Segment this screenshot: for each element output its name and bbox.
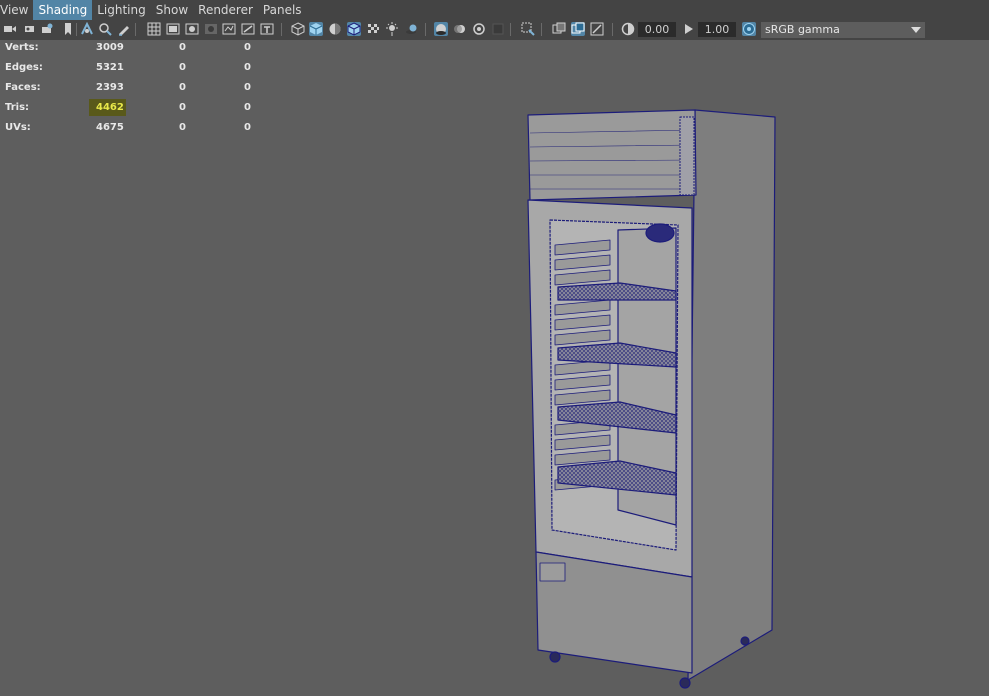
depth-of-field-icon[interactable] [491, 22, 505, 36]
safe-action-icon[interactable] [241, 22, 255, 36]
screen-space-ao-icon[interactable] [434, 22, 448, 36]
camera-attributes-icon[interactable] [24, 22, 38, 36]
menu-show[interactable]: Show [151, 0, 193, 20]
hud-label-verts: Verts: [5, 42, 39, 53]
color-space-dropdown[interactable]: sRGB gamma [761, 22, 925, 38]
hud-value: 0 [179, 62, 186, 73]
wireframe-icon[interactable] [291, 22, 305, 36]
use-all-lights-icon[interactable] [385, 22, 399, 36]
exposure-field[interactable]: 0.00 [638, 22, 676, 37]
bookmark-camera-icon[interactable] [41, 22, 55, 36]
hud-value: 0 [244, 122, 251, 133]
caster-wheel [549, 651, 561, 663]
gamma-icon[interactable] [682, 22, 696, 36]
color-space-value: sRGB gamma [765, 23, 840, 36]
hud-value: 0 [244, 62, 251, 73]
2d-pan-zoom-icon[interactable] [98, 22, 112, 36]
menu-shading[interactable]: Shading [33, 0, 93, 20]
panel-menu-bar: View Shading Lighting Show Renderer Pane… [0, 0, 989, 20]
xray-icon[interactable] [552, 22, 566, 36]
gate-mask-icon[interactable] [204, 22, 218, 36]
grease-pencil-icon[interactable] [117, 22, 131, 36]
hud-value: 2393 [96, 82, 124, 93]
caster-wheel [679, 677, 691, 689]
xray-joints-icon[interactable] [571, 22, 585, 36]
resolution-gate-icon[interactable] [185, 22, 199, 36]
hud-label-faces: Faces: [5, 82, 41, 93]
hud-label-uvs: UVs: [5, 122, 31, 133]
multisample-aa-icon[interactable] [472, 22, 486, 36]
gamma-field[interactable]: 1.00 [698, 22, 736, 37]
header-panel [527, 109, 697, 201]
isolate-select-icon[interactable] [521, 22, 535, 36]
menu-view[interactable]: View [0, 0, 33, 20]
menu-panels[interactable]: Panels [258, 0, 307, 20]
menu-lighting[interactable]: Lighting [92, 0, 151, 20]
hud-value-highlighted: 4462 [96, 102, 124, 113]
hud-value: 0 [179, 122, 186, 133]
chevron-down-icon[interactable] [911, 27, 921, 33]
view-transform-icon[interactable] [742, 22, 756, 36]
grid-icon[interactable] [147, 22, 161, 36]
menu-renderer[interactable]: Renderer [193, 0, 258, 20]
xray-active-components-icon[interactable] [590, 22, 604, 36]
hud-value: 0 [179, 42, 186, 53]
textured-icon[interactable] [366, 22, 380, 36]
camera-icon[interactable] [3, 22, 17, 36]
bookmark-icon[interactable] [61, 22, 75, 36]
fridge-model[interactable] [510, 105, 790, 695]
hud-value: 5321 [96, 62, 124, 73]
hud-value: 4675 [96, 122, 124, 133]
hud-label-tris: Tris: [5, 102, 30, 113]
smooth-shade-icon[interactable] [309, 22, 323, 36]
caster-wheel [740, 636, 750, 646]
vent-plate [539, 562, 566, 582]
hud-value: 0 [179, 82, 186, 93]
hud-value: 0 [244, 42, 251, 53]
panel-toolbar: 0.00 1.00 sRGB gamma [0, 20, 989, 40]
motion-blur-icon[interactable] [453, 22, 467, 36]
hud-value: 0 [179, 102, 186, 113]
safe-title-icon[interactable] [260, 22, 274, 36]
exposure-icon[interactable] [621, 22, 635, 36]
film-gate-icon[interactable] [166, 22, 180, 36]
hud-label-edges: Edges: [5, 62, 43, 73]
hud-value: 0 [244, 82, 251, 93]
field-chart-icon[interactable] [222, 22, 236, 36]
side-panel [687, 109, 776, 681]
default-material-icon[interactable] [328, 22, 342, 36]
wireframe-on-shaded-icon[interactable] [347, 22, 361, 36]
shadows-icon[interactable] [404, 22, 418, 36]
image-plane-icon[interactable] [80, 22, 94, 36]
hud-value: 3009 [96, 42, 124, 53]
hud-value: 0 [244, 102, 251, 113]
